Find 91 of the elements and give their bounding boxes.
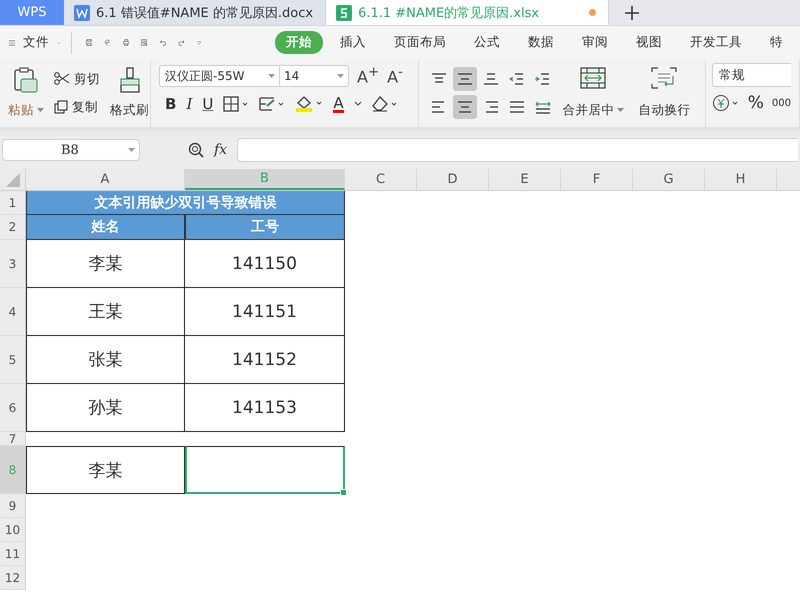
paste-button[interactable]: 粘贴 (8, 63, 44, 123)
table-cell: 141153 (185, 384, 345, 432)
row-header[interactable]: 7 (0, 432, 26, 446)
column-header[interactable]: E (489, 169, 561, 190)
merge-center-button[interactable]: 合并居中 (560, 63, 626, 123)
row-header[interactable]: 5 (0, 336, 26, 384)
column-header[interactable]: D (417, 169, 489, 190)
row-header[interactable]: 10 (0, 518, 26, 542)
formula-field[interactable] (237, 138, 798, 162)
table-cell: 孙某 (26, 384, 185, 432)
copy-icon (54, 100, 68, 114)
wrap-text-button[interactable]: 自动换行 (632, 63, 697, 123)
row-header[interactable]: 6 (0, 384, 26, 432)
row-header[interactable]: 12 (0, 566, 26, 590)
column-header[interactable]: H (705, 169, 777, 190)
alignment-icon (456, 99, 474, 115)
percent-button[interactable]: % (748, 93, 764, 113)
ribbon-tab[interactable]: 数据 (517, 31, 566, 54)
alignment-icon (456, 71, 474, 87)
column-heading: 姓名 (26, 215, 185, 240)
ribbon-tab[interactable]: 开发工具 (679, 31, 754, 54)
caret-icon (337, 74, 344, 78)
file-menu[interactable]: 文件 (23, 34, 50, 51)
wrap-text-icon (651, 67, 678, 89)
spreadsheet-icon (336, 4, 352, 20)
borders-icon[interactable] (223, 96, 250, 112)
row-header[interactable]: 2 (0, 215, 26, 240)
fill-color-icon[interactable] (295, 95, 324, 113)
zoom-icon[interactable] (188, 142, 204, 158)
font-name-dropdown[interactable]: 汉仪正圆-55W (159, 65, 280, 87)
document-tab[interactable]: 6.1 错误值#NAME 的常见原因.docx (64, 0, 326, 25)
table-cell: 张某 (26, 336, 185, 384)
alignment-icon (508, 71, 526, 87)
caret-icon (617, 108, 624, 114)
align-button[interactable] (452, 67, 477, 91)
table-title: 文本引用缺少双引号导致错误 (26, 191, 345, 215)
increase-font-size-button[interactable]: A$^{+}$ (357, 65, 380, 87)
cut-button[interactable]: 剪切 (54, 70, 100, 88)
ribbon-tab[interactable]: 插入 (329, 31, 378, 54)
brush-icon (118, 67, 142, 93)
function-button[interactable]: fx (214, 142, 228, 158)
alignment-icon (534, 71, 552, 87)
customize-icon[interactable] (196, 38, 202, 46)
ribbon-tab[interactable]: 审阅 (571, 31, 620, 54)
ribbon-tab[interactable]: 页面布局 (383, 31, 458, 54)
alignment-icon (482, 71, 500, 87)
row-header[interactable]: 3 (0, 240, 26, 288)
row-header[interactable]: 1 (0, 191, 26, 215)
alignment-icon (534, 99, 552, 115)
column-header[interactable]: F (561, 169, 633, 190)
font-color-button[interactable]: A (333, 96, 344, 112)
table-cell: 141150 (185, 240, 345, 288)
row-header[interactable]: 4 (0, 288, 26, 336)
font-size-dropdown[interactable]: 14 (280, 65, 349, 87)
paste-icon (14, 67, 38, 93)
column-header[interactable]: C (345, 169, 417, 190)
conditional-format-icon[interactable] (259, 96, 286, 112)
table-cell: 王某 (26, 288, 185, 336)
copy-button[interactable]: 复制 (54, 98, 100, 116)
document-icon (74, 4, 90, 20)
merge-cells-icon (580, 67, 606, 89)
eraser-icon[interactable] (372, 96, 398, 112)
caret-icon (128, 148, 135, 152)
table-cell: 141152 (185, 336, 345, 384)
scissors-icon (54, 72, 70, 86)
table-cell: 141151 (185, 288, 345, 336)
italic-button[interactable]: I (186, 95, 192, 113)
table-cell: 李某 (26, 446, 185, 494)
align-button[interactable] (452, 95, 477, 119)
new-tab-icon[interactable] (625, 6, 640, 20)
caret-icon[interactable] (354, 101, 362, 107)
thousands-separator-button[interactable]: 000 (772, 98, 791, 108)
caret-icon (268, 74, 275, 78)
number-format-dropdown[interactable]: 常规 (712, 63, 791, 87)
alignment-icon (508, 99, 526, 115)
underline-button[interactable]: U (202, 95, 214, 113)
decrease-font-size-button[interactable]: A$^{-}$ (387, 65, 403, 87)
table-cell[interactable] (185, 446, 345, 494)
currency-icon[interactable] (712, 94, 740, 112)
row-header[interactable]: 9 (0, 494, 26, 518)
table-cell: 李某 (26, 240, 185, 288)
ribbon-tab[interactable]: 特 (759, 31, 794, 54)
row-header[interactable]: 11 (0, 542, 26, 566)
ribbon-tab[interactable]: 公式 (463, 31, 512, 54)
name-box[interactable]: B8 (2, 139, 140, 161)
column-header[interactable]: G (633, 169, 705, 190)
column-heading: 工号 (185, 215, 345, 240)
format-painter-button[interactable]: 格式刷 (110, 63, 149, 123)
bold-button[interactable]: B (165, 95, 176, 113)
caret-icon (37, 108, 44, 114)
ribbon-tab[interactable]: 视图 (625, 31, 674, 54)
